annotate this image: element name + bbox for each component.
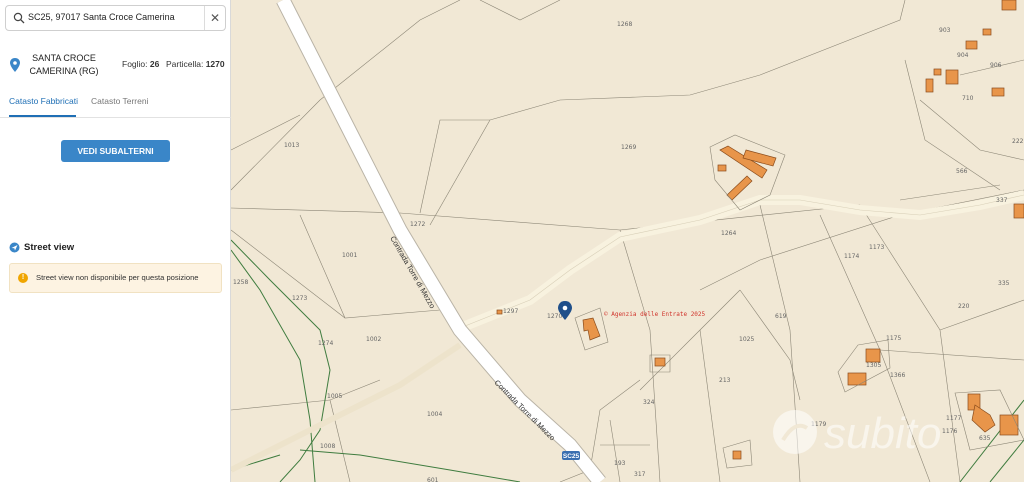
parcel-label: 1272 <box>410 221 425 228</box>
search-bar[interactable]: SC25, 97017 Santa Croce Camerina ✕ <box>5 5 226 31</box>
foglio-value: 26 <box>149 59 160 69</box>
street-view-message: Street view non disponibile per questa p… <box>36 273 199 282</box>
search-divider <box>204 6 205 30</box>
parcel-label: 1175 <box>886 335 901 342</box>
parcel-label: 1270 <box>547 313 562 320</box>
parcel-label: 1025 <box>739 336 754 343</box>
parcel-label: 1366 <box>890 372 905 379</box>
parcel-label: 710 <box>962 95 974 102</box>
parcel-label: 1258 <box>233 279 248 286</box>
parcel-label: 601 <box>427 477 439 482</box>
parcel-label: 337 <box>996 197 1008 204</box>
parcel-label: 1013 <box>284 142 299 149</box>
search-input[interactable]: SC25, 97017 Santa Croce Camerina <box>28 12 175 22</box>
parcel-label: 906 <box>990 62 1002 69</box>
parcel-label: 1173 <box>869 244 884 251</box>
particella-value: 1270 <box>205 59 225 69</box>
parcel-label: 1264 <box>721 230 736 237</box>
parcel-label: 1274 <box>318 340 333 347</box>
search-icon <box>13 12 25 24</box>
town-name: SANTA CROCE CAMERINA (RG) <box>26 52 102 78</box>
parcel-label: 1273 <box>292 295 307 302</box>
map-pin-icon <box>10 58 20 72</box>
parcel-label: 317 <box>634 471 646 478</box>
parcel-label: 1269 <box>621 144 636 151</box>
parcel-label: 220 <box>958 303 970 310</box>
parcel-label: 1297 <box>503 308 518 315</box>
parcel-label: 1005 <box>327 393 342 400</box>
parcel-label: 619 <box>775 313 787 320</box>
svg-text:SC25: SC25 <box>563 453 580 460</box>
catasto-tabs: Catasto Fabbricati Catasto Terreni <box>0 93 231 118</box>
town-line-2: CAMERINA (RG) <box>29 66 99 76</box>
parcel-label: 335 <box>998 280 1010 287</box>
watermark: subito <box>773 409 941 458</box>
parcel-label: 324 <box>643 399 655 406</box>
parcel-label: 1268 <box>617 21 632 28</box>
info-panel: SC25, 97017 Santa Croce Camerina ✕ SANTA… <box>0 0 231 482</box>
vedi-subalterni-button[interactable]: VEDI SUBALTERNI <box>61 140 170 162</box>
parcel-label: 193 <box>614 460 626 467</box>
watermark-text: subito <box>824 409 941 458</box>
parcel-label: 904 <box>957 52 969 59</box>
parcel-label: 1008 <box>320 443 335 450</box>
foglio-info: Foglio: 26 <box>122 59 159 69</box>
close-icon[interactable]: ✕ <box>210 11 220 25</box>
active-tab-indicator <box>9 115 76 117</box>
parcel-label: 1305 <box>866 362 881 369</box>
parcel-label: 1002 <box>366 336 381 343</box>
town-line-1: SANTA CROCE <box>32 53 96 63</box>
parcel-label: 1001 <box>342 252 357 259</box>
tab-catasto-terreni[interactable]: Catasto Terreni <box>91 96 148 106</box>
location-summary: SANTA CROCE CAMERINA (RG) Foglio: 26 Par… <box>0 50 231 80</box>
parcel-label: 1174 <box>844 253 859 260</box>
foglio-label: Foglio: <box>122 59 148 69</box>
street-view-heading: Street view <box>24 242 75 253</box>
parcel-label: 903 <box>939 27 951 34</box>
parcel-label: 1176 <box>942 428 957 435</box>
parcel-label: 213 <box>719 377 731 384</box>
particella-label: Particella: <box>166 59 204 69</box>
parcel-label: 566 <box>956 168 968 175</box>
tab-catasto-fabbricati[interactable]: Catasto Fabbricati <box>9 96 78 106</box>
street-view-alert: ! Street view non disponibile per questa… <box>9 263 222 293</box>
parcel-label: 1004 <box>427 411 442 418</box>
parcel-label: 1177 <box>946 415 961 422</box>
road-shield: SC25 <box>562 451 580 460</box>
warning-icon: ! <box>18 273 28 283</box>
parcel-label: 222 <box>1012 138 1024 145</box>
parcel-label: 635 <box>979 435 991 442</box>
copyright-notice: © Agenzia delle Entrate 2025 <box>604 311 706 318</box>
particella-info: Particella: 1270 <box>166 59 225 69</box>
